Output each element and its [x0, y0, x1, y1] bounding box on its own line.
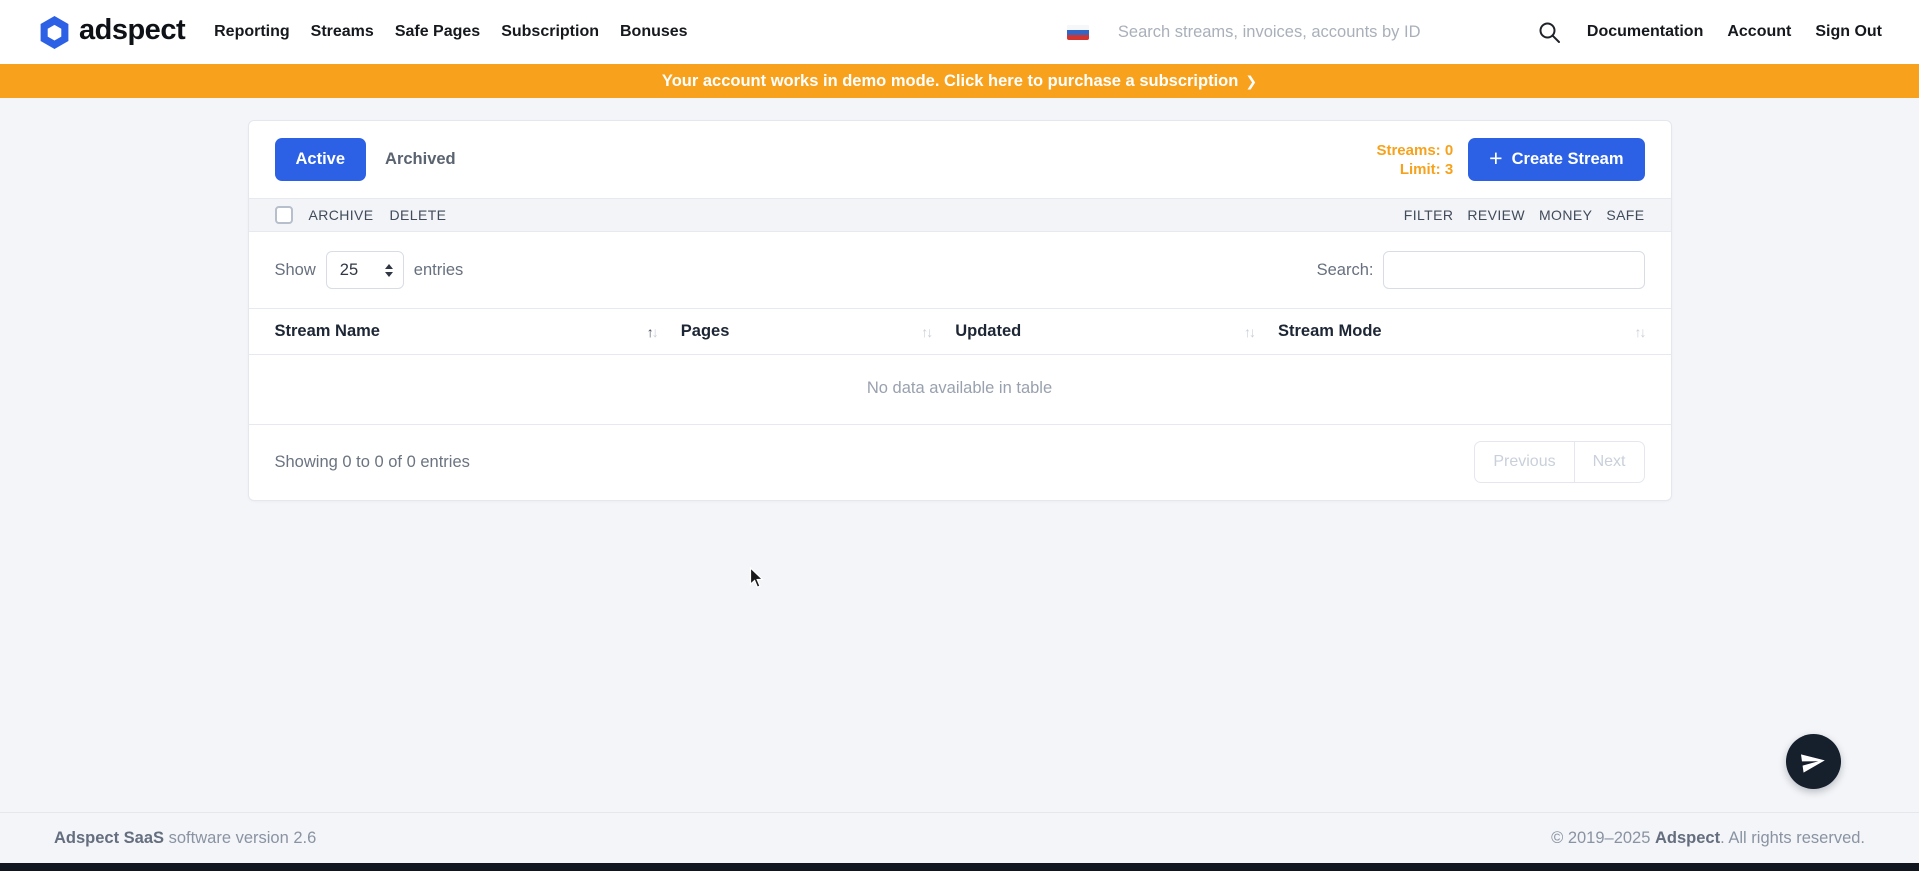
- streams-card: Active Archived Streams: 0 Limit: 3 + Cr…: [248, 120, 1672, 501]
- top-navigation: adspect Reporting Streams Safe Pages Sub…: [0, 0, 1919, 64]
- bulk-actions: ARCHIVE DELETE: [275, 206, 447, 224]
- column-updated[interactable]: Updated ↑↓: [955, 309, 1278, 355]
- action-archive[interactable]: ARCHIVE: [309, 207, 374, 223]
- card-footer: Showing 0 to 0 of 0 entries Previous Nex…: [249, 425, 1671, 500]
- empty-row: No data available in table: [249, 355, 1671, 425]
- chevron-right-icon: ❯: [1245, 72, 1257, 90]
- nav-item-reporting[interactable]: Reporting: [214, 23, 290, 41]
- entries-summary: Showing 0 to 0 of 0 entries: [275, 453, 470, 472]
- table-search-input[interactable]: [1383, 251, 1645, 289]
- footer-copyright: © 2019–2025 Adspect. All rights reserved…: [1551, 829, 1865, 848]
- telegram-button[interactable]: [1786, 734, 1841, 789]
- nav-item-safe-pages[interactable]: Safe Pages: [395, 23, 480, 41]
- footer-brand: Adspect: [1655, 829, 1720, 847]
- column-label: Stream Mode: [1278, 322, 1382, 341]
- mouse-cursor: [749, 567, 764, 589]
- stream-quota: Streams: 0 Limit: 3: [1376, 141, 1453, 179]
- language-flag-icon[interactable]: [1067, 25, 1089, 40]
- page-size-select[interactable]: 25: [326, 251, 404, 289]
- sort-icon: ↑↓: [647, 324, 657, 340]
- page-footer: Adspect SaaS software version 2.6 © 2019…: [0, 812, 1919, 863]
- table-header-row: Stream Name ↑↓ Pages ↑↓ Updated ↑↓: [249, 309, 1671, 355]
- column-label: Stream Name: [275, 322, 380, 341]
- select-all-checkbox[interactable]: [275, 206, 293, 224]
- quota-streams: Streams: 0: [1376, 141, 1453, 160]
- nav-item-subscription[interactable]: Subscription: [501, 23, 599, 41]
- plus-icon: +: [1489, 147, 1502, 173]
- create-stream-button[interactable]: + Create Stream: [1468, 138, 1644, 181]
- empty-message: No data available in table: [249, 355, 1671, 425]
- column-stream-name[interactable]: Stream Name ↑↓: [249, 309, 681, 355]
- filter-review[interactable]: REVIEW: [1467, 207, 1525, 223]
- link-documentation[interactable]: Documentation: [1587, 23, 1703, 41]
- nav-item-streams[interactable]: Streams: [311, 23, 374, 41]
- column-pages[interactable]: Pages ↑↓: [681, 309, 955, 355]
- column-label: Pages: [681, 322, 730, 341]
- create-stream-label: Create Stream: [1512, 150, 1624, 169]
- adspect-logo-icon: [39, 15, 70, 50]
- filter-money[interactable]: MONEY: [1539, 207, 1592, 223]
- show-label: Show: [275, 261, 316, 280]
- quota-limit: Limit: 3: [1400, 160, 1453, 179]
- table-search-label: Search:: [1317, 261, 1374, 280]
- quick-filters: FILTER REVIEW MONEY SAFE: [1404, 207, 1645, 223]
- table-controls: Show 25 entries Search:: [249, 232, 1671, 308]
- footer-version: Adspect SaaS software version 2.6: [54, 829, 316, 848]
- brand-name: adspect: [79, 16, 185, 49]
- next-page-button[interactable]: Next: [1574, 441, 1645, 483]
- demo-mode-banner[interactable]: Your account works in demo mode. Click h…: [0, 64, 1919, 98]
- column-label: Updated: [955, 322, 1021, 341]
- link-account[interactable]: Account: [1727, 23, 1791, 41]
- sort-icon: ↑↓: [921, 324, 931, 340]
- main-menu: Reporting Streams Safe Pages Subscriptio…: [214, 23, 687, 41]
- telegram-plane-icon: [1798, 747, 1827, 776]
- tab-archived[interactable]: Archived: [385, 150, 456, 169]
- link-sign-out[interactable]: Sign Out: [1815, 23, 1882, 41]
- bottom-dark-bar: [0, 863, 1919, 871]
- card-header-right: Streams: 0 Limit: 3 + Create Stream: [1376, 138, 1644, 181]
- brand-logo[interactable]: adspect: [39, 15, 185, 50]
- entries-label: entries: [414, 261, 464, 280]
- column-stream-mode[interactable]: Stream Mode ↑↓: [1278, 309, 1671, 355]
- tab-active[interactable]: Active: [275, 138, 367, 181]
- search-icon[interactable]: [1538, 21, 1561, 44]
- global-search-area: [1067, 21, 1561, 44]
- nav-item-bonuses[interactable]: Bonuses: [620, 23, 688, 41]
- sort-icon: ↑↓: [1635, 324, 1645, 340]
- global-search-input[interactable]: [1118, 23, 1518, 42]
- action-delete[interactable]: DELETE: [390, 207, 447, 223]
- demo-banner-text: Your account works in demo mode. Click h…: [662, 72, 1238, 91]
- footer-brand: Adspect SaaS: [54, 829, 164, 847]
- page-size-value: 25: [340, 261, 358, 280]
- sort-icon: ↑↓: [1244, 324, 1254, 340]
- updown-arrows-icon: [385, 264, 393, 277]
- streams-table: Stream Name ↑↓ Pages ↑↓ Updated ↑↓: [249, 308, 1671, 425]
- bulk-toolbar: ARCHIVE DELETE FILTER REVIEW MONEY SAFE: [249, 198, 1671, 232]
- card-header: Active Archived Streams: 0 Limit: 3 + Cr…: [249, 121, 1671, 198]
- header-links: Documentation Account Sign Out: [1587, 23, 1882, 41]
- previous-page-button[interactable]: Previous: [1474, 441, 1574, 483]
- filter-filter[interactable]: FILTER: [1404, 207, 1454, 223]
- filter-safe[interactable]: SAFE: [1606, 207, 1644, 223]
- table-search-area: Search:: [1317, 251, 1645, 289]
- pagination: Previous Next: [1474, 441, 1644, 483]
